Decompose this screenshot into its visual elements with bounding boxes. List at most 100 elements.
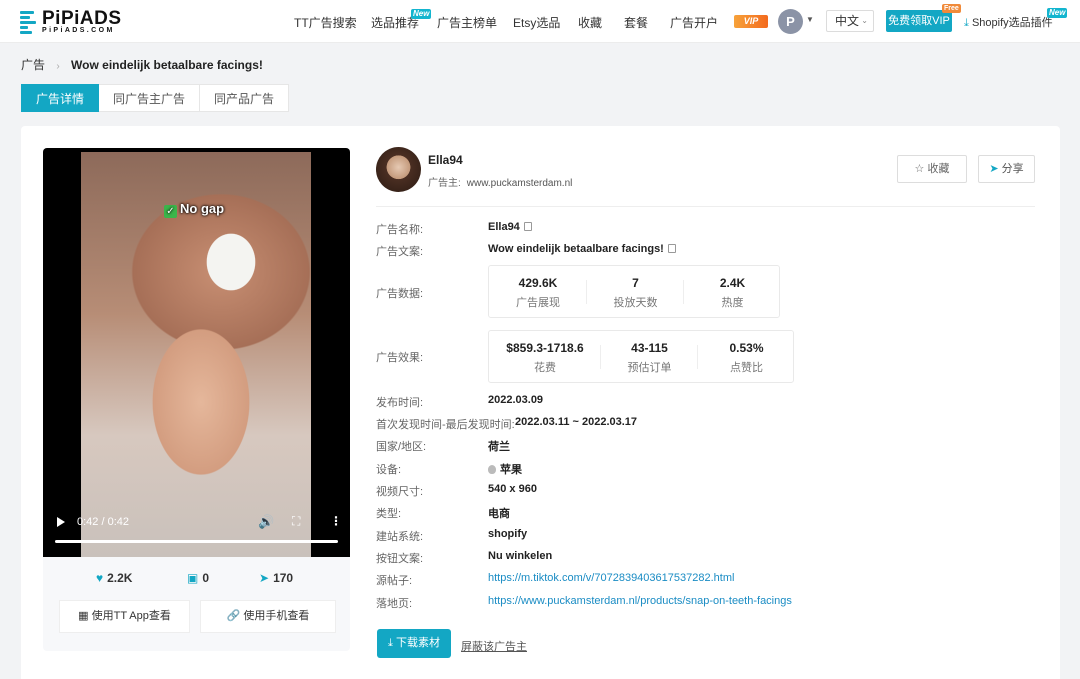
ad-effect-box: $859.3-1718.6 花费 43-115 预估订单 0.53% 点赞比 [488,330,794,383]
volume-icon[interactable]: 🔊 [258,514,274,530]
advertiser-avatar[interactable] [376,147,421,192]
advertiser-site: 广告主: www.puckamsterdam.nl [428,174,572,189]
heart-icon: ♥ [96,571,104,585]
new-badge: New [1047,8,1068,18]
view-in-tt-app-button[interactable]: ▦ 使用TT App查看 [59,600,190,633]
more-options-icon[interactable]: ⋮ [330,514,342,528]
ad-name-text: Ella94 [488,221,520,233]
seen-range-label: 首次发现时间-最后发现时间: [376,419,515,431]
video-size-value: 540 x 960 [488,483,537,495]
nav-tt-ad-search[interactable]: TT广告搜索 [294,14,357,31]
nav-advertiser-ranking[interactable]: 广告主榜单 [437,14,497,31]
platform-value: shopify [488,528,528,540]
source-post-link[interactable]: https://m.tiktok.com/v/70728394036175372… [488,572,734,584]
ad-name-label: 广告名称: [376,224,424,236]
spend-metric: $859.3-1718.6 花费 [489,331,601,384]
favorite-button[interactable]: ☆ 收藏 [897,155,967,183]
platform-label: 建站系统: [376,531,424,543]
heat-label: 热度 [721,297,744,309]
nav-favorites[interactable]: 收藏 [578,14,602,31]
checkmark-icon: ✓ [164,205,177,218]
divider [376,206,1035,207]
qr-code-icon: ▦ [78,610,89,622]
type-label: 类型: [376,508,402,520]
ad-data-label: 广告数据: [376,288,424,300]
heat-value: 2.4K [719,276,746,290]
video-caption-text: No gap [180,201,225,216]
publish-time-label: 发布时间: [376,397,424,409]
source-post-label: 源帖子: [376,575,413,587]
download-material-button[interactable]: ⤓ 下载素材 [377,629,451,658]
advertiser-site-value[interactable]: www.puckamsterdam.nl [467,178,573,189]
nav-ad-account[interactable]: 广告开户 [670,14,718,31]
share-button[interactable]: ➤ 分享 [978,155,1035,183]
video-progress-bar[interactable] [55,540,338,543]
type-value: 电商 [488,508,510,520]
spend-value: $859.3-1718.6 [506,341,584,355]
block-advertiser-link[interactable]: 屏蔽该广告主 [461,638,527,654]
detail-tabs: 广告详情 同广告主广告 同产品广告 [21,84,290,112]
seen-range-value: 2022.03.11 ~ 2022.03.17 [515,416,638,428]
heat-metric: 2.4K 热度 [684,266,781,319]
days-label: 投放天数 [613,297,658,309]
breadcrumb: 广告 › Wow eindelijk betaalbare facings! [21,56,263,73]
chevron-down-icon[interactable]: ▼ [806,15,814,24]
cta-value: Nu winkelen [488,550,553,562]
download-material-label: 下载素材 [395,637,440,649]
tab-ad-details[interactable]: 广告详情 [21,84,100,112]
fullscreen-icon[interactable]: ⛶ [292,514,300,529]
video-player[interactable]: ✓ No gap 0:42 / 0:42 🔊 ⛶ ⋮ [43,148,350,557]
comments-stat: ▣ 0 [187,571,209,585]
likes-stat: ♥ 2.2K [96,571,132,585]
vip-badge[interactable]: VIP [734,15,768,28]
free-vip-button[interactable]: 免费领取VIP [886,10,952,32]
logo-subtext: PiPiADS.COM [42,27,115,34]
share-label: 分享 [1001,163,1024,175]
device-value: 苹果 [488,461,522,477]
nav-etsy-picks[interactable]: Etsy选品 [513,14,560,31]
send-icon: ➤ [989,163,999,175]
shares-stat: ➤ 170 [259,571,293,585]
copy-icon[interactable] [667,244,676,253]
country-label: 国家/地区: [376,441,427,453]
ad-name-value: Ella94 [488,221,532,233]
favorite-label: 收藏 [927,163,950,175]
link-icon: 🔗 [226,610,241,622]
user-avatar[interactable]: P [778,9,803,34]
language-select[interactable]: 中文 ⌄ [826,10,874,32]
days-metric: 7 投放天数 [587,266,684,319]
free-badge: Free [942,4,961,13]
like-ratio-metric: 0.53% 点赞比 [698,331,795,384]
nav-plans[interactable]: 套餐 [624,14,648,31]
landing-page-link[interactable]: https://www.puckamsterdam.nl/products/sn… [488,595,792,607]
like-ratio-value: 0.53% [729,341,764,355]
engagement-stats: ♥ 2.2K ▣ 0 ➤ 170 [43,571,350,587]
send-icon: ➤ [259,571,270,585]
play-icon[interactable] [57,517,65,527]
view-on-mobile-label: 使用手机查看 [243,610,310,622]
top-nav-bar: PiPiADS PiPiADS.COM TT广告搜索 选品推荐 New 广告主榜… [0,0,1080,43]
video-size-label: 视频尺寸: [376,486,424,498]
view-in-tt-app-label: 使用TT App查看 [91,610,171,622]
copy-icon[interactable] [523,222,532,231]
ad-effect-label: 广告效果: [376,352,424,364]
breadcrumb-root[interactable]: 广告 [21,58,45,72]
apple-icon [488,465,496,474]
logo-icon [20,9,36,35]
likes-count: 2.2K [107,571,133,585]
tab-same-product[interactable]: 同产品广告 [200,84,290,112]
ad-copy-value: Wow eindelijk betaalbare facings! [488,243,676,255]
advertiser-name[interactable]: Ella94 [428,153,463,167]
shopify-plugin-link[interactable]: ⤓ Shopify选品插件 [964,14,1053,30]
chevron-right-icon: › [56,61,60,72]
new-badge: New [411,9,432,19]
impressions-label: 广告展现 [516,297,560,309]
video-panel: ✓ No gap 0:42 / 0:42 🔊 ⛶ ⋮ ♥ 2.2K ▣ 0 ➤ 170 … [43,148,350,651]
shares-count: 170 [273,571,294,585]
device-text: 苹果 [500,464,522,476]
chevron-down-icon: ⌄ [861,16,868,25]
tab-same-advertiser[interactable]: 同广告主广告 [99,84,201,112]
orders-metric: 43-115 预估订单 [601,331,698,384]
view-on-mobile-button[interactable]: 🔗 使用手机查看 [200,600,336,633]
cta-label: 按钮文案: [376,553,424,565]
